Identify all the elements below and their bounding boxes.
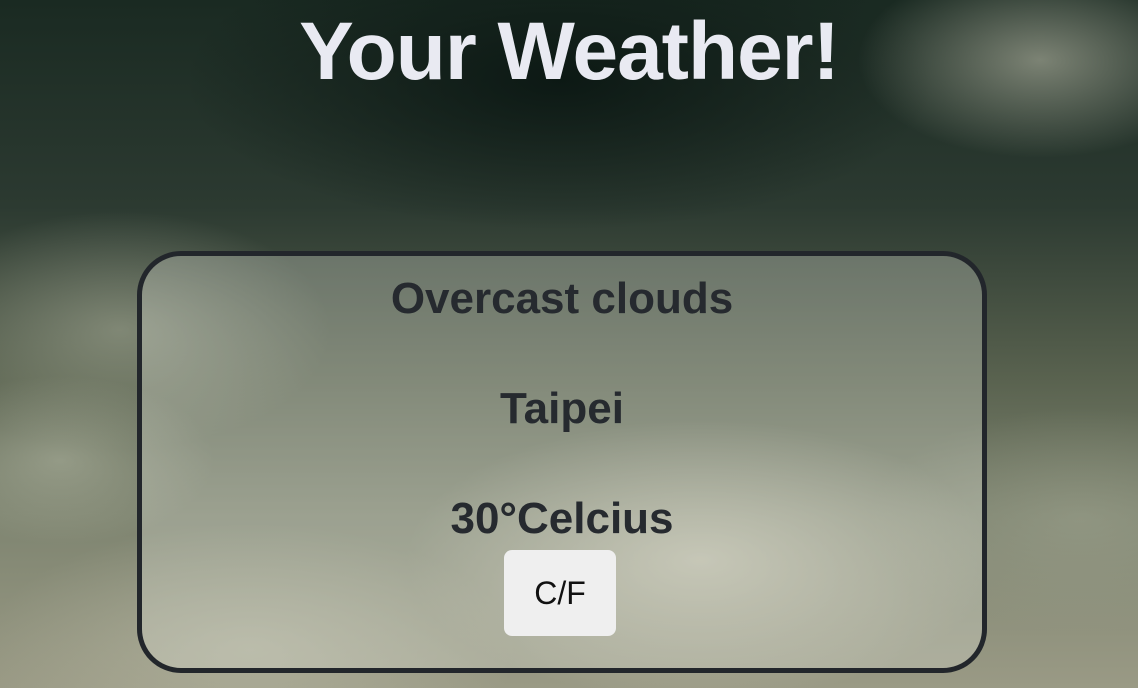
weather-description: Overcast clouds [390,274,734,323]
temperature-readout: 30°Celcius [450,494,674,543]
city-name: Taipei [500,384,624,433]
page-title: Your Weather! [299,6,840,97]
unit-toggle-button[interactable]: C/F [504,550,616,636]
weather-card: Overcast clouds Taipei 30°Celcius C/F [137,251,987,673]
